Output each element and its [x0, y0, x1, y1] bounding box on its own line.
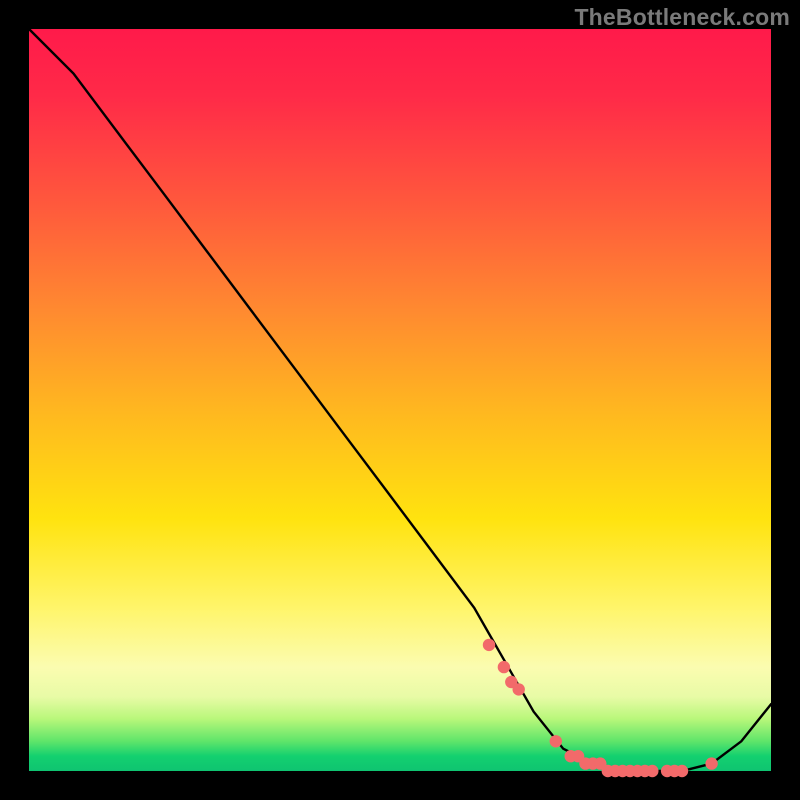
highlight-dot: [513, 683, 525, 695]
bottleneck-curve: [29, 29, 771, 771]
highlight-dot: [498, 661, 510, 673]
chart-canvas: TheBottleneck.com: [0, 0, 800, 800]
highlight-dot: [705, 757, 717, 769]
highlight-dot: [483, 639, 495, 651]
watermark-text: TheBottleneck.com: [574, 4, 790, 31]
highlight-dot: [550, 735, 562, 747]
highlight-dot: [646, 765, 658, 777]
curve-layer: [29, 29, 771, 771]
highlight-dots-group: [483, 639, 718, 778]
highlight-dot: [676, 765, 688, 777]
